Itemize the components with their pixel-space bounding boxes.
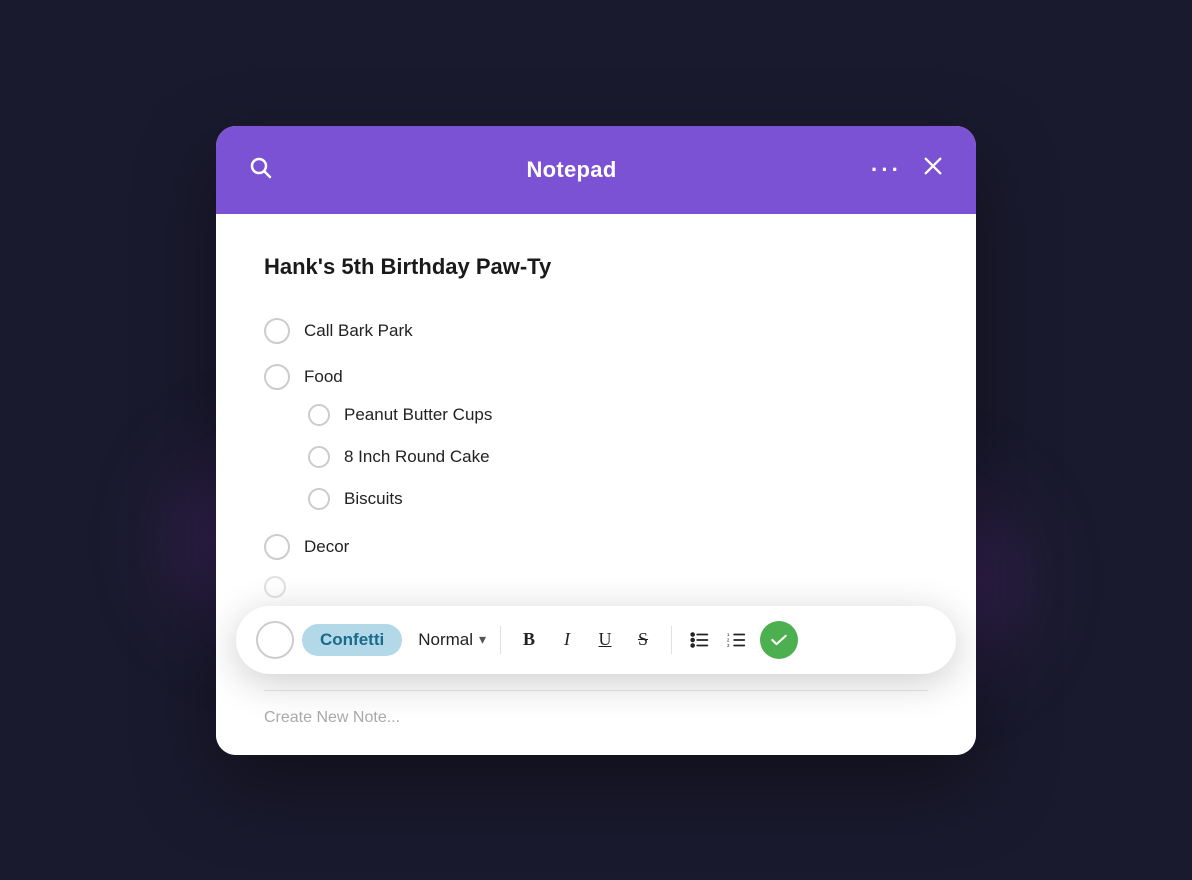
toolbar-divider-1 xyxy=(500,626,501,654)
toolbar-item-label[interactable]: Confetti xyxy=(302,624,402,656)
toolbar-checkbox[interactable] xyxy=(256,621,294,659)
formatting-toolbar: Confetti Normal ▾ B I U S xyxy=(236,606,956,674)
toolbar-wrapper: Confetti Normal ▾ B I U S xyxy=(216,606,976,674)
list-item: 8 Inch Round Cake xyxy=(264,436,928,478)
list-item-partial xyxy=(264,570,928,604)
svg-text:1: 1 xyxy=(727,631,730,636)
toolbar-divider-2 xyxy=(671,626,672,654)
list-item: Food xyxy=(264,354,928,394)
dropdown-arrow-icon: ▾ xyxy=(479,631,486,648)
more-options-button[interactable]: ··· xyxy=(871,157,902,183)
svg-text:3: 3 xyxy=(727,642,730,647)
note-title[interactable]: Hank's 5th Birthday Paw-Ty xyxy=(264,254,928,280)
bold-button[interactable]: B xyxy=(511,622,547,658)
window-header: Notepad ··· xyxy=(216,126,976,214)
notepad-window: Notepad ··· Hank's 5th Birthday Paw-Ty C… xyxy=(216,126,976,755)
checkbox-item3[interactable] xyxy=(308,404,330,426)
item-text: 8 Inch Round Cake xyxy=(344,447,490,467)
underline-button[interactable]: U xyxy=(587,622,623,658)
checkbox-partial xyxy=(264,576,286,598)
style-dropdown-value: Normal xyxy=(418,630,473,650)
list-item: Decor xyxy=(264,520,928,570)
format-buttons: B I U S xyxy=(511,622,661,658)
list-item: Call Bark Park xyxy=(264,308,928,354)
checklist: Call Bark Park Food Peanut Butter Cups 8… xyxy=(264,308,928,604)
strikethrough-button[interactable]: S xyxy=(625,622,661,658)
header-actions: ··· xyxy=(871,155,944,184)
bottom-divider xyxy=(264,690,928,691)
create-note-field[interactable]: Create New Note... xyxy=(264,709,928,727)
checkbox-item6[interactable] xyxy=(264,534,290,560)
checkbox-item4[interactable] xyxy=(308,446,330,468)
list-item: Peanut Butter Cups xyxy=(264,394,928,436)
list-item: Biscuits xyxy=(264,478,928,520)
item-text: Call Bark Park xyxy=(304,321,413,341)
confirm-button[interactable] xyxy=(760,621,798,659)
item-text: Food xyxy=(304,367,343,387)
search-icon[interactable] xyxy=(248,155,272,185)
italic-button[interactable]: I xyxy=(549,622,585,658)
window-bottom: Create New Note... xyxy=(216,674,976,755)
ordered-list-button[interactable]: 1 2 3 xyxy=(718,622,754,658)
checkbox-item2[interactable] xyxy=(264,364,290,390)
item-text: Peanut Butter Cups xyxy=(344,405,492,425)
item-text: Decor xyxy=(304,537,349,557)
close-button[interactable] xyxy=(922,155,944,184)
app-title: Notepad xyxy=(526,157,616,183)
app-container: Notepad ··· Hank's 5th Birthday Paw-Ty C… xyxy=(206,90,986,790)
style-dropdown[interactable]: Normal ▾ xyxy=(418,630,486,650)
item-text: Biscuits xyxy=(344,489,403,509)
svg-text:2: 2 xyxy=(727,637,730,642)
checkbox-item1[interactable] xyxy=(264,318,290,344)
note-content: Hank's 5th Birthday Paw-Ty Call Bark Par… xyxy=(216,214,976,636)
unordered-list-button[interactable] xyxy=(682,622,718,658)
checkbox-item5[interactable] xyxy=(308,488,330,510)
